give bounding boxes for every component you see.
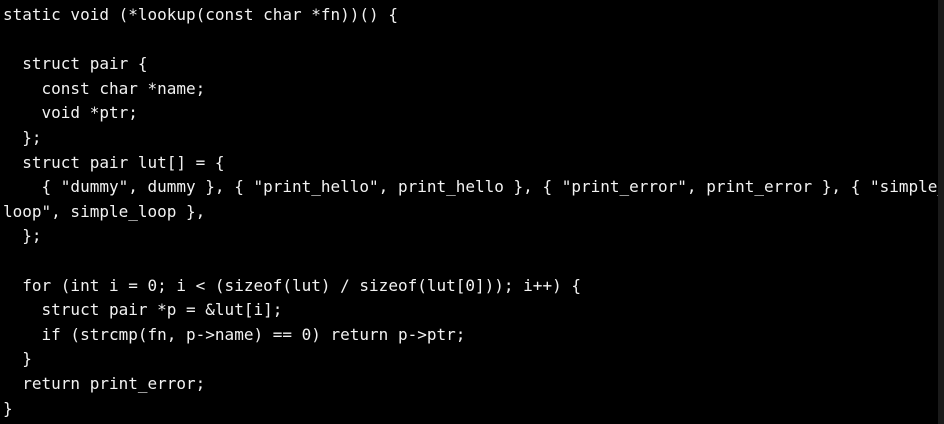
code-view: static void (*lookup(const char *fn))() … [3,3,944,421]
code-line-14: if (strcmp(fn, p->name) == 0) return p->… [3,324,466,344]
code-line-1: static void (*lookup(const char *fn))() … [3,5,398,24]
code-line-8: { "dummy", dummy }, { "print_hello", pri… [3,177,944,197]
code-line-12: for (int i = 0; i < (sizeof(lut) / sizeo… [3,275,581,295]
code-line-4: const char *name; [3,78,206,98]
code-line-5: void *ptr; [3,103,138,123]
code-line-10: }; [3,226,42,246]
window-edge [938,0,944,424]
code-line-7: struct pair lut[] = { [3,152,225,172]
terminal-window: static void (*lookup(const char *fn))() … [0,0,944,424]
code-line-9: loop", simple_loop }, [3,201,206,221]
code-line-16: return print_error; [3,373,206,393]
code-line-3: struct pair { [3,54,148,74]
code-line-15: } [3,349,32,369]
code-line-17: } [3,398,13,418]
code-line-13: struct pair *p = &lut[i]; [3,300,283,320]
code-line-6: }; [3,127,42,147]
